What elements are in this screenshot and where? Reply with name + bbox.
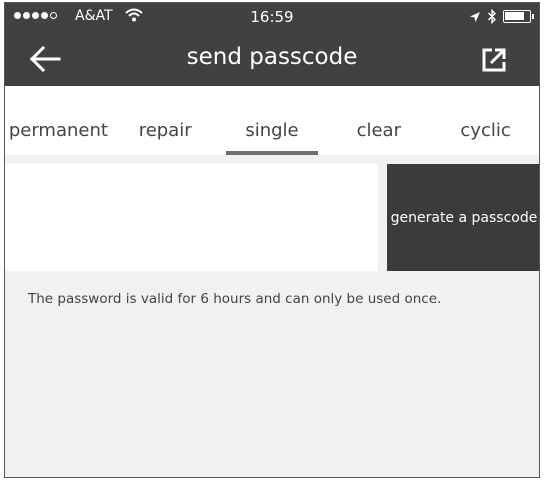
tab-bar: permanent repair single clear cyclic bbox=[5, 86, 539, 155]
passcode-display[interactable] bbox=[5, 164, 378, 271]
validity-hint: The password is valid for 6 hours and ca… bbox=[28, 291, 442, 307]
external-link-icon bbox=[482, 48, 506, 72]
page-title: send passcode bbox=[186, 44, 358, 70]
tab-cyclic[interactable]: cyclic bbox=[432, 86, 539, 155]
active-tab-indicator bbox=[225, 151, 318, 155]
tab-single[interactable]: single bbox=[219, 86, 326, 155]
top-bar: A&AT 16:59 send passcode bbox=[5, 3, 539, 86]
clock-time: 16:59 bbox=[250, 8, 294, 26]
bluetooth-icon bbox=[488, 9, 496, 24]
tab-repair[interactable]: repair bbox=[112, 86, 219, 155]
status-bar: A&AT 16:59 bbox=[5, 3, 539, 31]
tab-clear[interactable]: clear bbox=[325, 86, 432, 155]
tab-label: permanent bbox=[8, 120, 108, 141]
tab-label: clear bbox=[356, 120, 401, 141]
tab-permanent[interactable]: permanent bbox=[5, 86, 112, 155]
tab-label: repair bbox=[138, 120, 192, 141]
passcode-row: generate a passcode bbox=[5, 164, 539, 271]
generate-passcode-button[interactable]: generate a passcode bbox=[387, 164, 539, 271]
location-arrow-icon bbox=[470, 11, 480, 22]
tab-label: single bbox=[245, 120, 299, 141]
battery-icon bbox=[503, 10, 534, 23]
tab-label: cyclic bbox=[460, 120, 511, 141]
share-button[interactable] bbox=[479, 45, 509, 75]
status-icons bbox=[469, 9, 534, 24]
generate-passcode-label: generate a passcode bbox=[390, 209, 538, 226]
app-screen: A&AT 16:59 send passcode permanent repai… bbox=[4, 2, 540, 478]
